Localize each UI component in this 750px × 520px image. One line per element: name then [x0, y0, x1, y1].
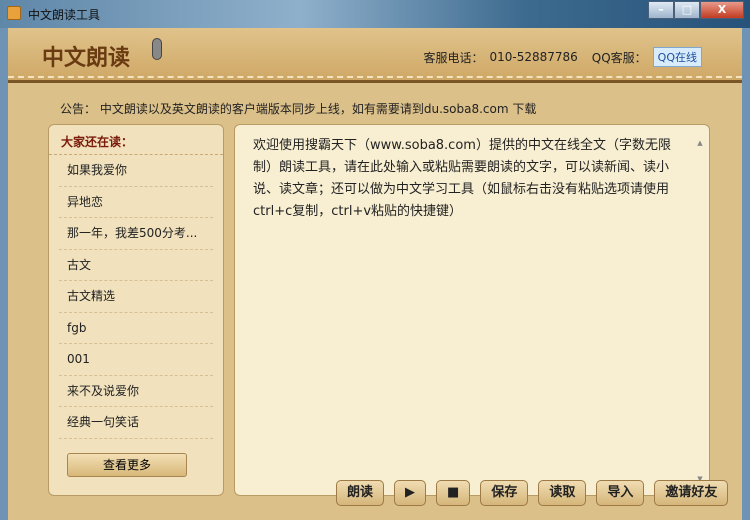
list-item[interactable]: 如果我爱你	[59, 155, 213, 187]
read-button[interactable]: 朗读	[336, 480, 385, 506]
stitch-divider	[8, 76, 742, 78]
load-button[interactable]: 读取	[538, 480, 587, 506]
list-item[interactable]: 001	[59, 344, 213, 376]
minimize-button[interactable]: –	[648, 1, 674, 19]
app-icon	[7, 6, 21, 20]
popular-sidebar: 大家还在读： 如果我爱你 异地恋 那一年，我差500分考... 古文 古文精选 …	[48, 124, 224, 496]
list-item[interactable]: fgb	[59, 313, 213, 344]
list-item[interactable]: 古文精选	[59, 281, 213, 313]
close-button[interactable]: X	[700, 1, 744, 19]
scroll-up-icon[interactable]: ▲	[695, 139, 705, 147]
list-item[interactable]: 古文	[59, 250, 213, 281]
sidebar-title: 大家还在读：	[49, 125, 223, 155]
phone-label: 客服电话：	[423, 50, 484, 65]
list-item[interactable]: 经典一句笑话	[59, 407, 213, 439]
header: 中文朗读 客服电话： 010-52887786 QQ客服： QQ在线	[8, 28, 742, 83]
editor-text[interactable]: 欢迎使用搜霸天下（www.soba8.com）提供的中文在线全文（字数无限制）朗…	[253, 135, 683, 223]
window-title: 中文朗读工具	[28, 8, 101, 22]
microphone-icon	[152, 38, 162, 60]
maximize-button[interactable]: □	[674, 1, 700, 19]
qq-online-button[interactable]: QQ在线	[652, 47, 702, 67]
toolbar: 朗读 ▶ ■ 保存 读取 导入 邀请好友	[336, 480, 729, 506]
scrollbar[interactable]: ▲ ▼	[695, 139, 705, 483]
play-button[interactable]: ▶	[394, 480, 427, 506]
save-button[interactable]: 保存	[480, 480, 529, 506]
stop-button[interactable]: ■	[436, 480, 471, 506]
view-more-button[interactable]: 查看更多	[67, 453, 187, 477]
list-item[interactable]: 那一年，我差500分考...	[59, 218, 213, 250]
text-editor[interactable]: 欢迎使用搜霸天下（www.soba8.com）提供的中文在线全文（字数无限制）朗…	[234, 124, 710, 496]
notice-label: 公告：	[60, 102, 97, 116]
invite-friends-button[interactable]: 邀请好友	[654, 480, 729, 506]
import-button[interactable]: 导入	[596, 480, 645, 506]
title-bar: 中文朗读工具 – □ X	[0, 0, 750, 28]
qq-label: QQ客服：	[591, 50, 647, 65]
main-client: 中文朗读 客服电话： 010-52887786 QQ客服： QQ在线 公告： 中…	[8, 28, 742, 520]
list-item[interactable]: 异地恋	[59, 187, 213, 218]
notice: 公告： 中文朗读以及英文朗读的客户端版本同步上线，如有需要请到du.soba8.…	[60, 100, 536, 117]
list-item[interactable]: 来不及说爱你	[59, 376, 213, 407]
logo: 中文朗读	[42, 46, 131, 71]
notice-text: 中文朗读以及英文朗读的客户端版本同步上线，如有需要请到du.soba8.com …	[99, 102, 537, 116]
phone-number: 010-52887786	[489, 50, 578, 64]
